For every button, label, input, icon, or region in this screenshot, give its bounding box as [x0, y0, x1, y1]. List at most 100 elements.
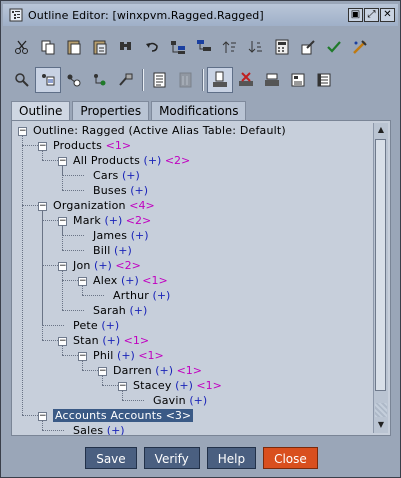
tree-node[interactable]: − Accounts Accounts <3> [38, 408, 194, 423]
close-window-button[interactable]: ✕ [380, 8, 395, 22]
properties-icon[interactable] [147, 67, 173, 93]
sort-descending-icon[interactable] [243, 34, 269, 60]
tree-connector [62, 355, 78, 356]
child-count: <1> [138, 349, 164, 362]
help-button[interactable]: Help [206, 447, 257, 469]
tree-node[interactable]: Cars (+) [78, 168, 140, 183]
tree-node[interactable]: − Stacey (+) <1> [118, 378, 222, 393]
scrollbar-thumb[interactable] [375, 139, 386, 391]
tree-connector [42, 430, 64, 431]
tab-modifications[interactable]: Modifications [151, 101, 247, 120]
node-name: Products [53, 139, 103, 152]
verify-icon[interactable] [259, 67, 285, 93]
delete-icon[interactable] [233, 67, 259, 93]
vertical-scrollbar[interactable]: ▲ ▼ [373, 123, 388, 433]
title-bar[interactable]: Outline Editor: [winxpvm.Ragged.Ragged] … [3, 4, 398, 26]
node-label-group: Outline: Ragged (Active Alias Table: Def… [33, 124, 286, 137]
node-label-group: Organization <4> [53, 199, 155, 212]
export-icon[interactable] [311, 67, 337, 93]
close-button[interactable]: Close [263, 447, 318, 469]
verify-button[interactable]: Verify [143, 447, 200, 469]
node-name: All Products [73, 154, 141, 167]
tree-node[interactable]: Pete (+) [58, 318, 119, 333]
tree-node[interactable]: Sales (+) [58, 423, 125, 436]
undo-icon[interactable] [139, 34, 165, 60]
tree-node[interactable]: Bill (+) [78, 243, 132, 258]
expand-icon[interactable] [61, 67, 87, 93]
paste-icon[interactable] [61, 34, 87, 60]
tree-node[interactable]: Sarah (+) [78, 303, 147, 318]
disabled-icon [173, 67, 199, 93]
tree-node[interactable]: James (+) [78, 228, 149, 243]
maximize-button[interactable]: ⤢ [364, 8, 379, 22]
find-icon[interactable] [113, 34, 139, 60]
tree-node[interactable]: Gavin (+) [138, 393, 207, 408]
selected-view-icon[interactable] [35, 67, 61, 93]
scroll-down-arrow-icon[interactable]: ▼ [375, 419, 387, 431]
tree-node[interactable]: − Alex (+) <1> [78, 273, 168, 288]
tree-connector [122, 390, 123, 400]
tree-node[interactable]: − Mark (+) <2> [58, 213, 151, 228]
tab-bar: Outline Properties Modifications [11, 101, 248, 121]
node-name: Mark [73, 214, 101, 227]
save-button[interactable]: Save [85, 447, 137, 469]
check-icon[interactable] [321, 34, 347, 60]
outline-tree-panel[interactable]: − Outline: Ragged (Active Alias Table: De… [11, 120, 391, 436]
node-name: Bill [93, 244, 111, 257]
tree-node[interactable]: − Jon (+) <2> [58, 258, 141, 273]
restructure-icon[interactable] [347, 34, 373, 60]
child-count: <1> [196, 379, 222, 392]
node-name: James [93, 229, 128, 242]
tree-node[interactable]: − All Products (+) <2> [58, 153, 190, 168]
tree-node[interactable]: Arthur (+) [98, 288, 170, 303]
save-icon[interactable] [207, 67, 233, 93]
tree-node[interactable]: Buses (+) [78, 183, 148, 198]
tree-connector [62, 165, 63, 190]
tree-connector [62, 225, 63, 250]
add-child-icon[interactable] [191, 34, 217, 60]
restore-button[interactable]: ▣ [348, 8, 363, 22]
calculator-icon[interactable] [269, 34, 295, 60]
collapse-icon[interactable] [87, 67, 113, 93]
tree-node[interactable]: − Organization <4> [38, 198, 155, 213]
node-label-group: Stacey (+) <1> [133, 379, 222, 392]
member-properties-icon[interactable] [9, 67, 35, 93]
tree-connector [62, 345, 63, 355]
sort-ascending-icon[interactable] [217, 34, 243, 60]
settings-icon[interactable] [285, 67, 311, 93]
node-name: Darren [113, 364, 152, 377]
tree-connector [62, 175, 84, 176]
tab-properties[interactable]: Properties [72, 101, 150, 120]
tree-connector [62, 310, 84, 311]
scroll-up-arrow-icon[interactable]: ▲ [375, 124, 387, 136]
scrollbar-track[interactable] [375, 403, 387, 417]
node-name: Jon [73, 259, 91, 272]
tree-connector [102, 385, 118, 386]
cut-icon[interactable] [9, 34, 35, 60]
tree-connector [22, 415, 38, 416]
consolidation-operator: (+) [155, 364, 174, 377]
node-label-group: Phil (+) <1> [93, 349, 164, 362]
formula-icon[interactable] [113, 67, 139, 93]
copy-icon[interactable] [35, 34, 61, 60]
tab-outline[interactable]: Outline [11, 101, 71, 121]
tree-connector [62, 250, 84, 251]
tree-node[interactable]: − Stan (+) <1> [58, 333, 149, 348]
paste-special-icon[interactable] [87, 34, 113, 60]
tree-node[interactable]: − Products <1> [38, 138, 131, 153]
child-count: <4> [129, 199, 155, 212]
outline-editor-icon [9, 8, 23, 22]
dialog-buttons: Save Verify Help Close [1, 447, 401, 469]
tree-connector [102, 375, 103, 385]
toolbar-secondary [9, 64, 394, 96]
tree-connector [22, 145, 38, 146]
add-sibling-icon[interactable] [165, 34, 191, 60]
consolidation-operator: (+) [94, 259, 112, 272]
edit-icon[interactable] [295, 34, 321, 60]
tree-node[interactable]: − Phil (+) <1> [78, 348, 164, 363]
tree-node[interactable]: − Outline: Ragged (Active Alias Table: De… [18, 123, 286, 138]
tree-node[interactable]: − Darren (+) <1> [98, 363, 202, 378]
child-count: <2> [125, 214, 152, 227]
node-name: Sarah [93, 304, 126, 317]
consolidation-operator: (+) [106, 424, 125, 436]
